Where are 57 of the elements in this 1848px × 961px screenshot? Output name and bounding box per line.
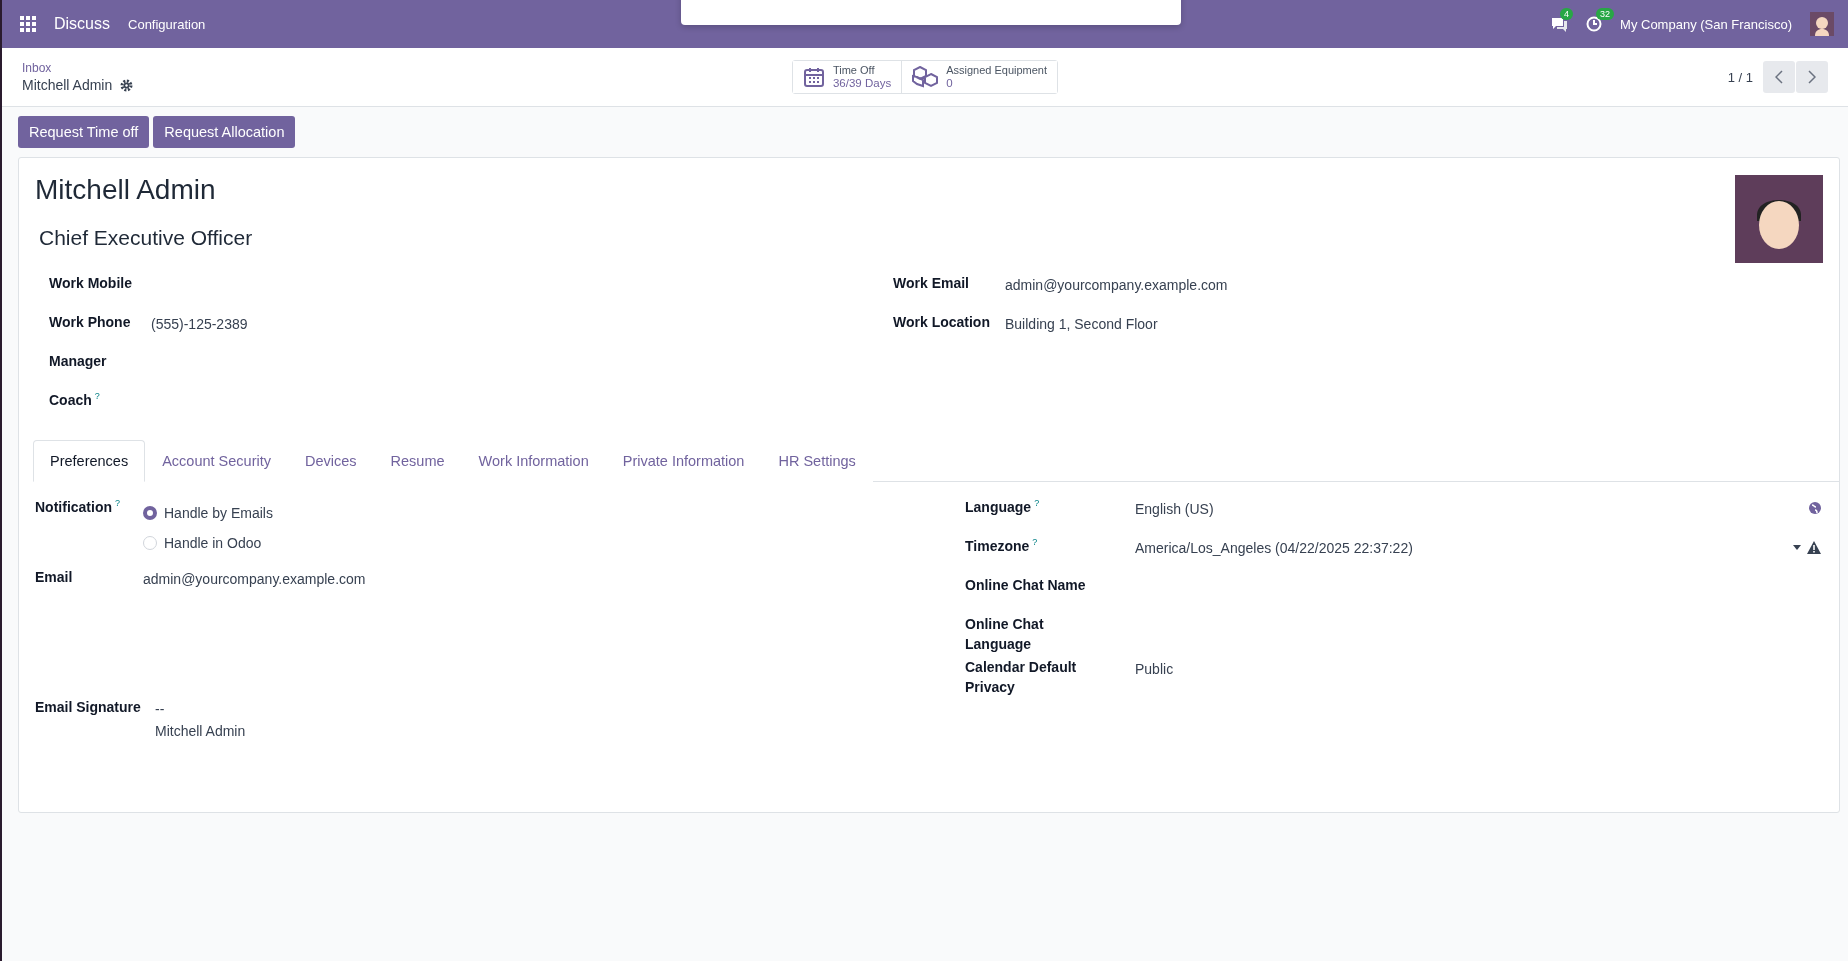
field-value[interactable]: Public (1135, 658, 1821, 681)
boxes-icon (912, 66, 939, 88)
user-avatar[interactable] (1810, 12, 1834, 36)
field-label: Online Chat Language (965, 616, 1044, 652)
field-label: Work Location (893, 313, 991, 332)
field-value[interactable]: Building 1, Second Floor (1005, 313, 1821, 336)
job-title[interactable]: Chief Executive Officer (39, 226, 253, 250)
field-label: Work Phone (49, 314, 131, 330)
field-value[interactable]: admin@yourcompany.example.com (1005, 274, 1821, 297)
caret-icon[interactable] (1793, 545, 1801, 550)
company-switcher[interactable]: My Company (San Francisco) (1620, 16, 1792, 32)
message-count: 4 (1560, 8, 1574, 20)
radio-label[interactable]: Handle in Odoo (164, 535, 262, 551)
employee-photo[interactable] (1735, 175, 1823, 263)
form-tab[interactable]: Preferences (33, 440, 146, 482)
signature-line[interactable]: -- (155, 698, 965, 721)
field-label: Notification (35, 499, 112, 515)
field-value[interactable]: (555)-125-2389 (151, 313, 893, 336)
employee-name[interactable]: Mitchell Admin (35, 172, 216, 206)
field-label: Work Email (893, 274, 970, 293)
menu-link[interactable]: Configuration (128, 16, 206, 32)
calendar-icon (802, 66, 825, 88)
field-label: Timezone (965, 538, 1030, 554)
help-tooltip-mark[interactable]: ? (94, 391, 100, 402)
field-value[interactable]: America/Los_Angeles (04/22/2025 22:37:22) (1135, 537, 1793, 560)
field-value[interactable]: English (US) (1135, 498, 1809, 521)
clock-icon[interactable] (1586, 16, 1603, 32)
help-tooltip-mark[interactable]: ? (1032, 537, 1038, 548)
field-label: Online Chat Name (965, 577, 1086, 593)
help-tooltip-mark[interactable]: ? (115, 498, 120, 509)
field-label: Manager (49, 353, 107, 369)
pager-value[interactable]: 1 / 1 (1727, 69, 1753, 85)
radio-label[interactable]: Handle by Emails (164, 505, 273, 521)
chevron-right-icon (1808, 70, 1816, 84)
action-button[interactable]: Request Allocation (153, 116, 296, 148)
action-button[interactable]: Request Time off (18, 116, 150, 148)
smart-button[interactable]: Time Off 36/39 Days (792, 61, 903, 93)
activity-count: 32 (1596, 8, 1615, 20)
gear-icon[interactable] (120, 78, 134, 92)
app-name[interactable]: Discuss (54, 15, 110, 33)
field-label: Calendar Default Privacy (965, 659, 1077, 695)
help-tooltip-mark[interactable]: ? (1034, 498, 1040, 509)
radio-button[interactable] (143, 506, 157, 520)
globe-icon[interactable] (1809, 502, 1821, 514)
chevron-left-icon (1775, 70, 1783, 84)
warning-icon (1807, 541, 1821, 554)
record-name: Mitchell Admin (22, 77, 113, 93)
breadcrumb-link[interactable]: Inbox (22, 61, 792, 75)
chat-icon[interactable] (1550, 16, 1569, 32)
field-label: Language (965, 499, 1032, 515)
field-label: Email Signature (35, 698, 142, 717)
field-label: Coach (49, 392, 92, 408)
apps-menu-icon[interactable] (20, 16, 36, 32)
field-label: Work Mobile (49, 275, 132, 291)
field-value[interactable]: admin@yourcompany.example.com (143, 568, 965, 591)
signature-line[interactable]: Mitchell Admin (155, 720, 965, 743)
field-label: Email (35, 568, 74, 587)
